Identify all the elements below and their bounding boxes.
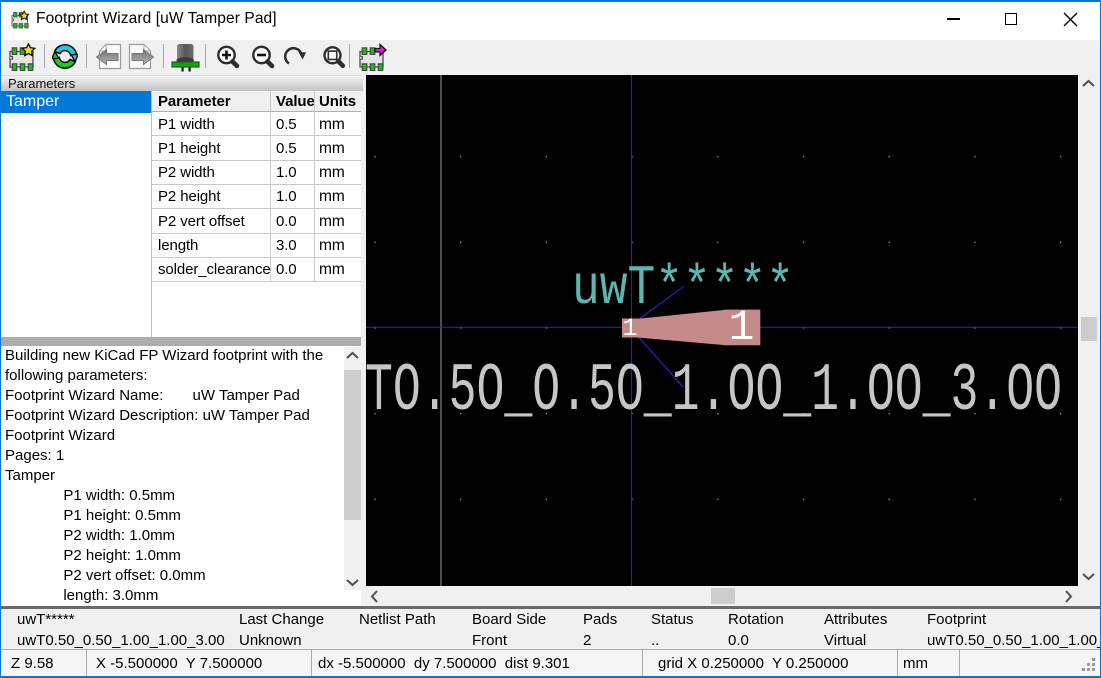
svg-text:1: 1 (729, 303, 755, 352)
svg-text:1: 1 (622, 314, 637, 343)
svg-text:TO.5O_O.5O_1.OO_1.OO_3.OO: TO.5O_O.5O_1.OO_1.OO_3.OO (366, 353, 1062, 430)
svg-text:uwT*****: uwT***** (572, 256, 794, 320)
